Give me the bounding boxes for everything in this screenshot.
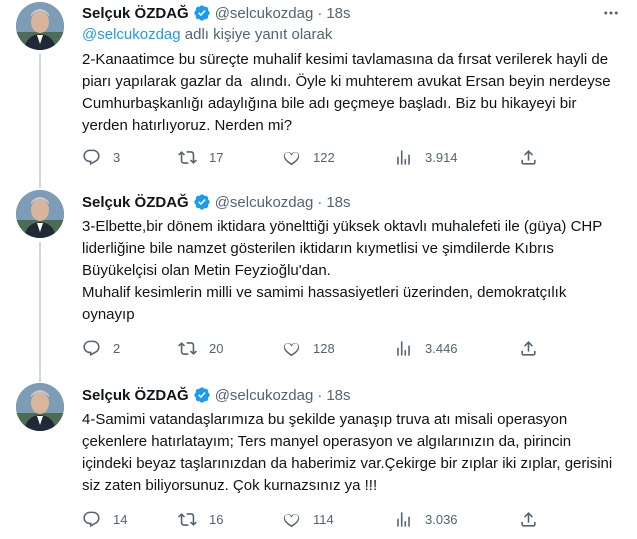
views-chart-icon (397, 511, 410, 527)
like-count: 122 (313, 149, 335, 165)
views-button[interactable]: 3.036 (394, 510, 458, 529)
avatar-photo (16, 2, 64, 50)
reply-count: 2 (113, 340, 121, 356)
like-button[interactable]: 114 (282, 510, 334, 529)
thread-connector-line (39, 369, 41, 381)
reply-icon (83, 511, 100, 527)
reply-button[interactable]: 14 (82, 510, 127, 529)
share-icon (521, 340, 536, 356)
tweet-header: Selçuk ÖZDAĞ @selcukozdag · 18s (82, 3, 621, 23)
retweet-button[interactable]: 20 (178, 339, 223, 358)
tweet-3[interactable]: Selçuk ÖZDAĞ @selcukozdag · 18s 4-Samimi… (0, 369, 637, 539)
tweet-actions: 2 20 128 3.446 (82, 338, 621, 358)
like-count: 114 (313, 511, 334, 527)
retweet-button[interactable]: 16 (178, 510, 223, 529)
timestamp[interactable]: 18s (326, 194, 350, 211)
avatar[interactable] (16, 2, 64, 50)
reply-icon (83, 340, 100, 356)
verified-badge-icon (194, 5, 210, 21)
views-chart-icon (397, 340, 410, 356)
reply-to-label: adlı kişiye yanıt olarak (180, 26, 333, 43)
reply-count: 3 (113, 149, 121, 165)
more-options-icon[interactable] (601, 3, 621, 23)
reply-count: 14 (113, 511, 128, 527)
retweet-icon (178, 341, 197, 355)
verified-badge-icon (194, 387, 210, 403)
separator-dot: · (317, 193, 323, 211)
display-name[interactable]: Selçuk ÖZDAĞ (82, 194, 189, 211)
tweet-actions: 14 16 114 3.036 (82, 509, 621, 529)
share-button[interactable] (519, 339, 538, 358)
share-icon (521, 149, 536, 165)
reply-button[interactable]: 3 (82, 148, 120, 167)
retweet-button[interactable]: 17 (178, 148, 223, 167)
like-button[interactable]: 122 (282, 148, 335, 167)
views-chart-icon (397, 149, 410, 165)
view-count: 3.036 (425, 511, 458, 527)
tweet-header: Selçuk ÖZDAĞ @selcukozdag · 18s (82, 385, 621, 405)
tweet-actions: 3 17 122 3.914 (82, 147, 621, 167)
retweet-icon (178, 512, 197, 526)
display-name[interactable]: Selçuk ÖZDAĞ (82, 5, 189, 22)
user-handle[interactable]: @selcukozdag (215, 5, 314, 22)
retweet-count: 17 (209, 149, 224, 165)
thread-connector-line (39, 242, 41, 382)
tweet-2[interactable]: Selçuk ÖZDAĞ @selcukozdag · 18s 3-Elbett… (0, 176, 637, 382)
views-button[interactable]: 3.914 (394, 148, 458, 167)
view-count: 3.914 (425, 149, 458, 165)
user-handle[interactable]: @selcukozdag (215, 387, 314, 404)
avatar[interactable] (16, 190, 64, 238)
verified-badge-icon (194, 194, 210, 210)
thread-connector-line (39, 176, 41, 188)
tweet-thread: Selçuk ÖZDAĞ @selcukozdag · 18s @selcuko… (0, 0, 637, 539)
retweet-icon (178, 150, 197, 164)
retweet-count: 16 (209, 511, 224, 527)
reply-mention-link[interactable]: @selcukozdag (82, 26, 181, 43)
timestamp[interactable]: 18s (326, 387, 350, 404)
avatar-photo (16, 190, 64, 238)
tweet-header: Selçuk ÖZDAĞ @selcukozdag · 18s (82, 192, 621, 212)
timestamp[interactable]: 18s (326, 5, 350, 22)
views-button[interactable]: 3.446 (394, 339, 458, 358)
like-count: 128 (313, 340, 335, 356)
share-button[interactable] (519, 148, 538, 167)
tweet-1[interactable]: Selçuk ÖZDAĞ @selcukozdag · 18s @selcuko… (0, 0, 637, 182)
heart-icon (283, 342, 300, 356)
heart-icon (283, 513, 300, 527)
share-icon (521, 511, 536, 527)
replying-to-line: @selcukozdag adlı kişiye yanıt olarak (82, 25, 621, 45)
heart-icon (283, 151, 300, 165)
thread-connector-line (39, 54, 41, 182)
tweet-text: 3-Elbette,bir dönem iktidara yönelttiği … (82, 218, 602, 323)
share-button[interactable] (519, 510, 538, 529)
user-handle[interactable]: @selcukozdag (215, 194, 314, 211)
separator-dot: · (317, 4, 323, 22)
reply-icon (83, 149, 100, 165)
like-button[interactable]: 128 (282, 339, 335, 358)
display-name[interactable]: Selçuk ÖZDAĞ (82, 387, 189, 404)
tweet-text: 2-Kanaatimce bu süreçte muhalif kesimi t… (82, 51, 615, 134)
avatar-photo (16, 383, 64, 431)
retweet-count: 20 (209, 340, 224, 356)
reply-button[interactable]: 2 (82, 339, 120, 358)
view-count: 3.446 (425, 340, 458, 356)
separator-dot: · (317, 386, 323, 404)
avatar[interactable] (16, 383, 64, 431)
tweet-text: 4-Samimi vatandaşlarımıza bu şekilde yan… (82, 411, 617, 494)
